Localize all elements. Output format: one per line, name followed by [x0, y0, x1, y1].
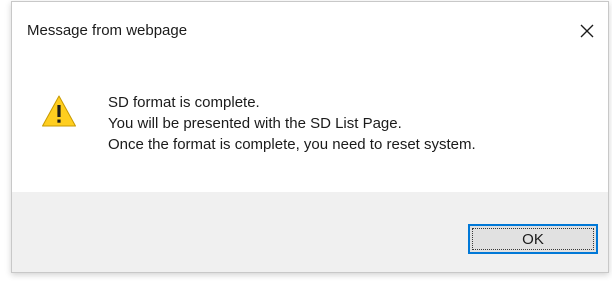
title-bar: Message from webpage [12, 2, 608, 58]
warning-triangle-icon [42, 95, 76, 127]
ok-button-label: OK [522, 230, 544, 248]
close-button[interactable] [570, 16, 604, 46]
dialog-title: Message from webpage [27, 22, 188, 39]
dialog-content: SD format is complete. You will be prese… [12, 58, 608, 192]
ok-button[interactable]: OK [468, 224, 598, 254]
close-icon [580, 24, 594, 38]
dialog-message: SD format is complete. You will be prese… [108, 92, 476, 155]
message-line: Once the format is complete, you need to… [108, 136, 476, 153]
message-line: You will be presented with the SD List P… [108, 115, 402, 132]
message-line: SD format is complete. [108, 94, 260, 111]
dialog-footer: OK [12, 192, 608, 272]
message-dialog: Message from webpage SD format is comple… [11, 1, 609, 273]
page: Message from webpage SD format is comple… [0, 0, 612, 281]
